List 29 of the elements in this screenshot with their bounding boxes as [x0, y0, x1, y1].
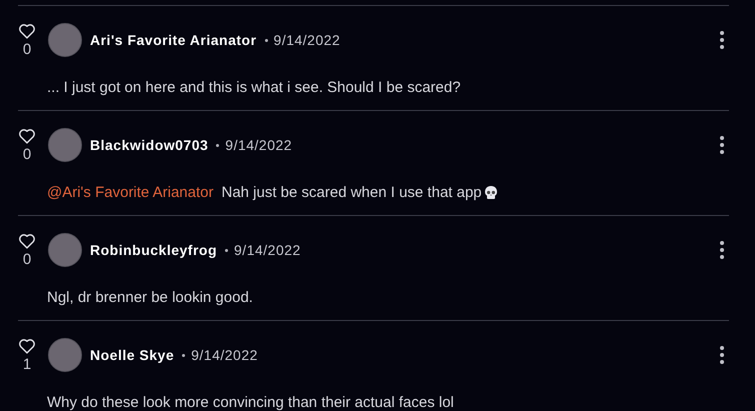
like-button[interactable] [18, 232, 36, 249]
comment-text: Why do these look more convincing than their actual faces lol [47, 393, 454, 411]
user-mention[interactable]: @Ari's Favorite Arianator [47, 183, 214, 203]
comment-date: 9/14/2022 [274, 30, 340, 50]
more-options-icon[interactable] [720, 346, 724, 364]
avatar[interactable] [48, 338, 82, 372]
like-count: 1 [22, 356, 32, 373]
like-count: 0 [22, 251, 32, 268]
author-name[interactable]: Robinbuckleyfrog [90, 240, 218, 260]
comment-text: Ngl, dr brenner be lookin good. [47, 288, 253, 308]
like-button[interactable] [18, 127, 36, 144]
like-button[interactable] [18, 337, 36, 354]
comment-date: 9/14/2022 [234, 240, 301, 260]
like-count: 0 [22, 41, 32, 58]
author-name[interactable]: Noelle Skye [90, 344, 174, 366]
comment-text: ... I just got on here and this is what i see. Should I be scared? [47, 78, 461, 98]
more-options-icon[interactable] [720, 241, 724, 259]
avatar[interactable] [48, 233, 82, 267]
like-button[interactable] [18, 22, 36, 39]
avatar[interactable] [48, 128, 82, 162]
more-options-icon[interactable] [720, 31, 724, 49]
like-count: 0 [22, 146, 32, 163]
author-name[interactable]: Blackwidow0703 [90, 134, 208, 156]
more-options-icon[interactable] [720, 136, 724, 154]
comment-date: 9/14/2022 [225, 136, 292, 154]
comment-date: 9/14/2022 [191, 346, 258, 364]
avatar[interactable] [48, 23, 82, 57]
comment-text: Nah just be scared when I use that app [221, 183, 482, 203]
author-name[interactable]: Ari's Favorite Arianator [90, 30, 257, 50]
